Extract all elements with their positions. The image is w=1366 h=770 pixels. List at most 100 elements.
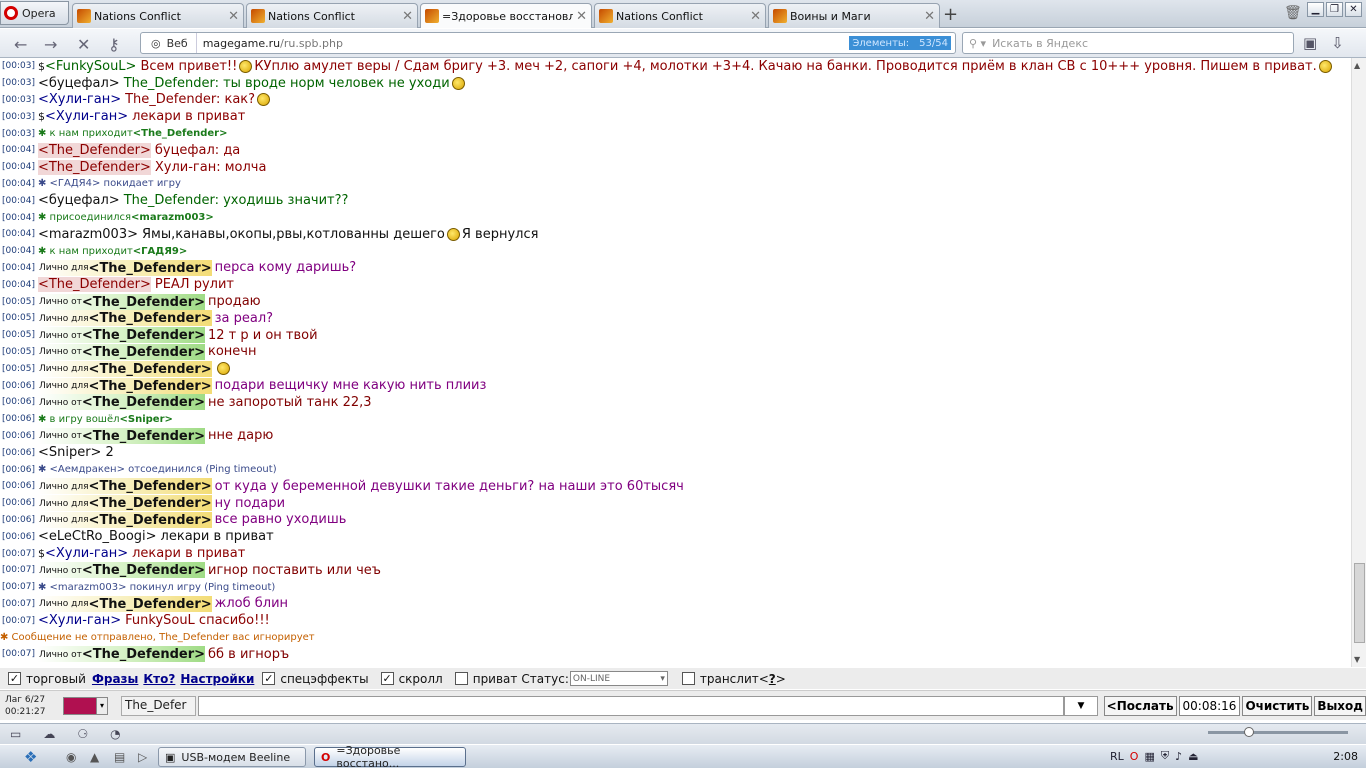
private-checkbox[interactable] [454, 672, 468, 685]
effects-checkbox[interactable]: ✓ [262, 672, 276, 685]
timestamp: [00:03] [2, 111, 35, 122]
close-icon[interactable]: ✕ [924, 9, 935, 24]
scroll-down-icon[interactable]: ▼ [1354, 655, 1360, 664]
panel-toggle-icon[interactable]: ▭ [10, 727, 21, 741]
send-button[interactable]: <Послать [1103, 695, 1177, 716]
download-icon[interactable]: ⇩ [1331, 34, 1344, 52]
private-message-badge[interactable]: Лично от <The_Defender> [37, 562, 205, 579]
history-dropdown[interactable]: ▼ [1064, 695, 1098, 716]
nick[interactable]: <Хули-ган> [38, 92, 121, 107]
timestamp: [00:06] [2, 514, 35, 525]
close-icon[interactable]: ✕ [750, 9, 761, 24]
tab-2[interactable]: Nations Conflict ✕ [246, 3, 418, 28]
nick-field[interactable]: The_Defer [121, 695, 196, 716]
timestamp: [00:06] [2, 481, 35, 492]
who-link[interactable]: Кто? [143, 672, 175, 686]
web-badge[interactable]: ◎ Веб [141, 33, 197, 53]
nick[interactable]: <The_Defender> [37, 142, 151, 158]
vlc-icon[interactable]: ▲ [90, 750, 99, 764]
address-field[interactable]: ◎ Веб magegame.ru/ru.spb.php Элементы: 53/… [140, 32, 956, 54]
private-message-badge[interactable]: Лично от <The_Defender> [37, 293, 205, 310]
safely-remove-icon[interactable]: ⏏ [1188, 750, 1198, 763]
volume-icon[interactable]: ♪ [1175, 750, 1182, 763]
nick[interactable]: <Хули-ган> [45, 546, 128, 561]
opera-menu-button[interactable]: Opera [0, 1, 69, 25]
private-message-badge[interactable]: Лично от <The_Defender> [37, 343, 205, 360]
save-page-icon[interactable]: ▣ [1303, 34, 1317, 52]
lag-info: Лаг 6/27 00:21:27 [0, 694, 61, 718]
phrases-link[interactable]: Фразы [92, 672, 138, 686]
nick[interactable]: <Хули-ган> [45, 109, 128, 124]
private-message-badge[interactable]: Лично для <The_Defender> [37, 310, 212, 327]
trash-icon[interactable]: 🗑 [1284, 5, 1302, 21]
turbo-icon[interactable]: ◔ [110, 727, 120, 741]
key-icon[interactable]: ⚷ [108, 35, 120, 54]
status-select[interactable]: ON-LINE ▾ [569, 671, 668, 686]
nick[interactable]: <буцефал> [38, 76, 120, 91]
folder-icon[interactable]: ▤ [114, 750, 125, 764]
close-icon[interactable]: ✕ [402, 9, 413, 24]
private-message-badge[interactable]: Лично от <The_Defender> [37, 646, 205, 663]
search-placeholder: Искать в Яндекс [992, 36, 1089, 50]
chat-line: [00:07] ✱ <marazm003> покинул игру (Ping … [0, 579, 1351, 596]
private-message-badge[interactable]: Лично для <The_Defender> [37, 495, 212, 512]
new-tab-icon[interactable]: + [943, 4, 958, 25]
nick[interactable]: <Хули-ган> [38, 613, 121, 628]
color-picker[interactable]: ▾ [62, 696, 108, 715]
back-icon[interactable]: ← [14, 35, 27, 54]
network-icon[interactable]: ▦ [1144, 750, 1154, 763]
tab-1[interactable]: Nations Conflict ✕ [72, 3, 244, 28]
opera-tray-icon[interactable]: O [1130, 750, 1139, 763]
exit-button[interactable]: Выход [1314, 695, 1366, 716]
zoom-slider[interactable] [1208, 727, 1348, 737]
nick[interactable]: <The_Defender> [37, 277, 151, 293]
private-message-badge[interactable]: Лично для <The_Defender> [37, 259, 212, 276]
tab-4[interactable]: Nations Conflict ✕ [594, 3, 766, 28]
clear-button[interactable]: Очистить [1242, 695, 1313, 716]
trade-checkbox[interactable]: ✓ [8, 672, 21, 685]
restore-icon[interactable]: ❐ [1326, 2, 1343, 17]
nick[interactable]: <marazm003> [38, 227, 138, 242]
private-message-badge[interactable]: Лично от <The_Defender> [37, 427, 205, 444]
scroll-thumb[interactable] [1354, 563, 1365, 643]
cloud-icon[interactable]: ☁ [43, 727, 55, 741]
private-message-badge[interactable]: Лично для <The_Defender> [37, 478, 212, 495]
shield-icon[interactable]: ⛨ [1161, 749, 1169, 763]
private-message-badge[interactable]: Лично для <The_Defender> [37, 511, 212, 528]
nick[interactable]: <eLeCtRo_Boogi> [38, 529, 157, 544]
scroll-checkbox[interactable]: ✓ [380, 672, 394, 685]
private-message-badge[interactable]: Лично для <The_Defender> [37, 360, 212, 377]
scroll-up-icon[interactable]: ▲ [1354, 61, 1360, 70]
settings-link[interactable]: Настройки [180, 672, 254, 686]
forward-icon[interactable]: → [44, 35, 57, 54]
close-window-icon[interactable]: ✕ [1345, 2, 1362, 17]
search-input[interactable]: ⚲ ▾ Искать в Яндекс [962, 32, 1294, 54]
nick[interactable]: <FunkySouL> [45, 59, 136, 74]
private-message-badge[interactable]: Лично для <The_Defender> [37, 595, 212, 612]
windows-start-icon[interactable]: ❖ [24, 748, 37, 766]
nick[interactable]: <Sniper> [38, 445, 101, 460]
share-icon[interactable]: ⚆ [77, 727, 88, 741]
private-message-badge[interactable]: Лично от <The_Defender> [37, 327, 205, 344]
task-opera[interactable]: O =Здоровье восстано... [314, 744, 466, 770]
tab-3-active[interactable]: =Здоровье восстановл... ✕ [420, 3, 592, 28]
close-icon[interactable]: ✕ [228, 9, 239, 24]
private-message-badge[interactable]: Лично от <The_Defender> [37, 394, 205, 411]
chat-scrollbar[interactable]: ▲ ▼ [1351, 58, 1366, 667]
translit-help-link[interactable]: ? [769, 672, 776, 686]
message-input[interactable] [197, 695, 1065, 716]
tab-5[interactable]: Воины и Маги ✕ [768, 3, 940, 28]
stop-icon[interactable]: ✕ [77, 35, 90, 54]
nick[interactable]: <буцефал> [38, 193, 120, 208]
close-icon[interactable]: ✕ [576, 9, 587, 24]
quicklaunch-more-icon[interactable]: ▷ [138, 750, 147, 764]
minimize-icon[interactable]: ▁ [1307, 2, 1324, 17]
language-indicator[interactable]: RL [1110, 750, 1124, 763]
chrome-icon[interactable]: ◉ [66, 750, 76, 764]
elements-counter: Элементы: 53/54 [849, 36, 951, 50]
zoom-handle[interactable] [1244, 727, 1254, 737]
task-usb-modem[interactable]: ▣ USB-модем Beeline [158, 747, 306, 767]
translit-checkbox[interactable] [681, 672, 695, 685]
nick[interactable]: <The_Defender> [37, 159, 151, 175]
private-message-badge[interactable]: Лично для <The_Defender> [37, 377, 212, 394]
